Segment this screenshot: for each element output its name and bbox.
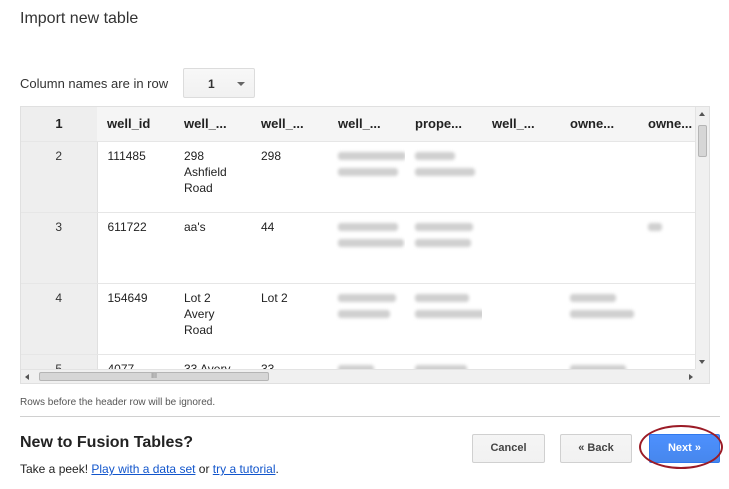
table-row: 4 154649 Lot 2 Avery Road Lot 2 — [21, 283, 697, 355]
column-header: owne... — [638, 107, 697, 142]
table-cell: 33 Avery — [174, 354, 251, 369]
header-row-label: Column names are in row — [20, 76, 169, 91]
preview-grid: 1 well_id well_... well_... well_... pro… — [20, 106, 710, 384]
promo-prefix: Take a peek! — [20, 462, 92, 476]
promo-middle: or — [195, 462, 213, 476]
table-cell: 44 — [251, 212, 328, 284]
scroll-left-icon[interactable] — [25, 374, 29, 380]
table-cell — [482, 212, 560, 284]
header-row-note: Rows before the header row will be ignor… — [20, 397, 216, 408]
header-row-value: 1 — [208, 77, 215, 91]
table-cell: 154649 — [97, 283, 174, 355]
column-header: well_... — [328, 107, 405, 142]
cancel-button[interactable]: Cancel — [472, 434, 545, 463]
table-cell: 111485 — [97, 141, 174, 213]
row-number: 5 — [21, 354, 98, 369]
redacted-cell — [328, 283, 405, 355]
table-cell: Lot 2 — [251, 283, 328, 355]
header-row: 1 well_id well_... well_... well_... pro… — [21, 107, 697, 142]
horizontal-scroll-thumb[interactable]: III — [39, 372, 269, 381]
vertical-scrollbar[interactable] — [695, 107, 709, 369]
promo-suffix: . — [275, 462, 279, 476]
table-cell — [638, 283, 697, 355]
highlight-circle — [639, 425, 723, 469]
redacted-cell — [405, 212, 482, 284]
redacted-cell — [405, 141, 482, 213]
table-cell: Lot 2 Avery Road — [174, 283, 251, 355]
vertical-scroll-thumb[interactable] — [698, 125, 707, 157]
column-header: well_... — [251, 107, 328, 142]
dialog-title: Import new table — [20, 10, 139, 27]
row-number-header: 1 — [21, 107, 97, 142]
table-cell: 298 Ashfield Road — [174, 141, 251, 213]
play-dataset-link[interactable]: Play with a data set — [91, 462, 195, 476]
row-number: 2 — [21, 141, 98, 213]
row-number: 4 — [21, 283, 98, 355]
table-row: 3 611722 aa's 44 — [21, 212, 697, 284]
table-cell: 298 — [251, 141, 328, 213]
column-header: well_... — [482, 107, 560, 142]
scroll-down-icon[interactable] — [699, 360, 705, 364]
horizontal-scrollbar[interactable]: III — [21, 369, 697, 383]
preview-table: 1 well_id well_... well_... well_... pro… — [21, 107, 697, 369]
table-cell — [482, 283, 560, 355]
back-button[interactable]: « Back — [560, 434, 632, 463]
table-cell — [482, 354, 560, 369]
table-row: 5 4077 33 Avery 33 — [21, 354, 697, 369]
table-cell: 4077 — [97, 354, 174, 369]
table-row: 2 111485 298 Ashfield Road 298 — [21, 141, 697, 213]
redacted-cell — [638, 212, 697, 284]
table-cell — [638, 354, 697, 369]
scroll-right-icon[interactable] — [689, 374, 693, 380]
promo-title: New to Fusion Tables? — [20, 434, 194, 451]
column-header: well_... — [174, 107, 251, 142]
table-cell — [638, 141, 697, 213]
scrollbar-corner — [695, 369, 709, 383]
table-cell — [560, 141, 638, 213]
redacted-cell — [405, 283, 482, 355]
redacted-cell — [560, 354, 638, 369]
redacted-cell — [560, 283, 638, 355]
chevron-down-icon — [237, 82, 245, 86]
table-cell: aa's — [174, 212, 251, 284]
column-header: prope... — [405, 107, 482, 142]
row-number: 3 — [21, 212, 98, 284]
scroll-up-icon[interactable] — [699, 112, 705, 116]
redacted-cell — [405, 354, 482, 369]
promo-text: Take a peek! Play with a data set or try… — [20, 462, 279, 476]
table-cell: 611722 — [97, 212, 174, 284]
redacted-cell — [328, 354, 405, 369]
tutorial-link[interactable]: try a tutorial — [213, 462, 276, 476]
header-row-select[interactable]: 1 — [183, 68, 255, 98]
divider — [20, 416, 720, 417]
table-cell: 33 — [251, 354, 328, 369]
column-header: well_id — [97, 107, 174, 142]
table-cell — [482, 141, 560, 213]
redacted-cell — [328, 141, 405, 213]
table-cell — [560, 212, 638, 284]
column-header: owne... — [560, 107, 638, 142]
redacted-cell — [328, 212, 405, 284]
